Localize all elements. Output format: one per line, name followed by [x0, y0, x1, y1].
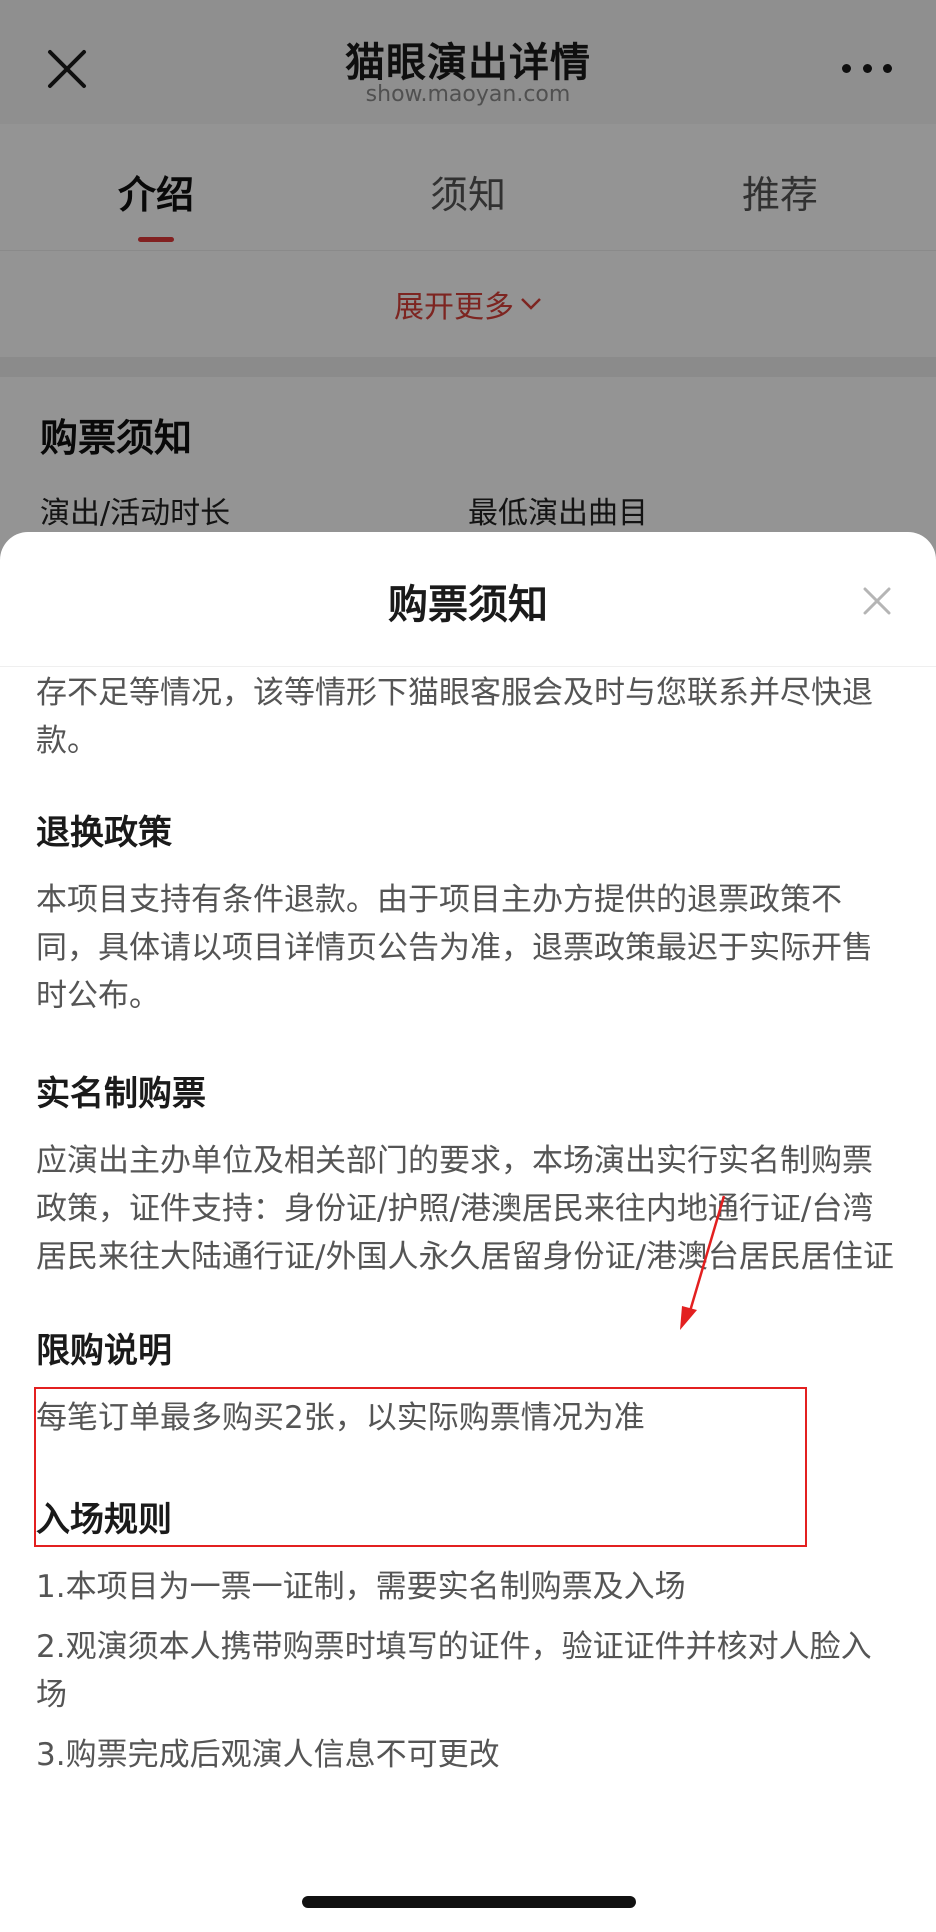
intro-paragraph: 存不足等情况，该等情形下猫眼客服会及时与您联系并尽快退款。 [36, 675, 873, 759]
section-heading-limit: 限购说明 [36, 1331, 172, 1371]
entry-rule-2: 2.观演须本人携带购票时填写的证件，验证证件并核对人脸入场 [36, 1629, 872, 1713]
entry-rule-3: 3.购票完成后观演人信息不可更改 [36, 1737, 500, 1773]
page: 猫眼演出详情 show.maoyan.com 介绍 须知 推荐 展开更多 购票须… [0, 0, 936, 1932]
sheet-body: 存不足等情况，该等情形下猫眼客服会及时与您联系并尽快退款。 退换政策 本项目支持… [0, 669, 936, 1779]
sheet-title: 购票须知 [388, 582, 548, 628]
section-heading-refund: 退换政策 [36, 813, 172, 853]
section-heading-entry: 入场规则 [36, 1500, 172, 1540]
ticket-notice-sheet: 购票须知 存不足等情况，该等情形下猫眼客服会及时与您联系并尽快退款。 退换政策 … [0, 532, 936, 1932]
section-body-realname: 应演出主办单位及相关部门的要求，本场演出实行实名制购票政策，证件支持：身份证/护… [36, 1143, 894, 1275]
section-body-refund: 本项目支持有条件退款。由于项目主办方提供的退票政策不同，具体请以项目详情页公告为… [36, 882, 873, 1014]
entry-rule-1: 1.本项目为一票一证制，需要实名制购票及入场 [36, 1569, 686, 1605]
section-heading-realname: 实名制购票 [36, 1074, 206, 1114]
section-body-limit: 每笔订单最多购买2张，以实际购票情况为准 [36, 1400, 645, 1436]
home-indicator[interactable] [302, 1896, 636, 1908]
sheet-header: 购票须知 [0, 532, 936, 667]
sheet-close-icon[interactable] [856, 580, 898, 622]
